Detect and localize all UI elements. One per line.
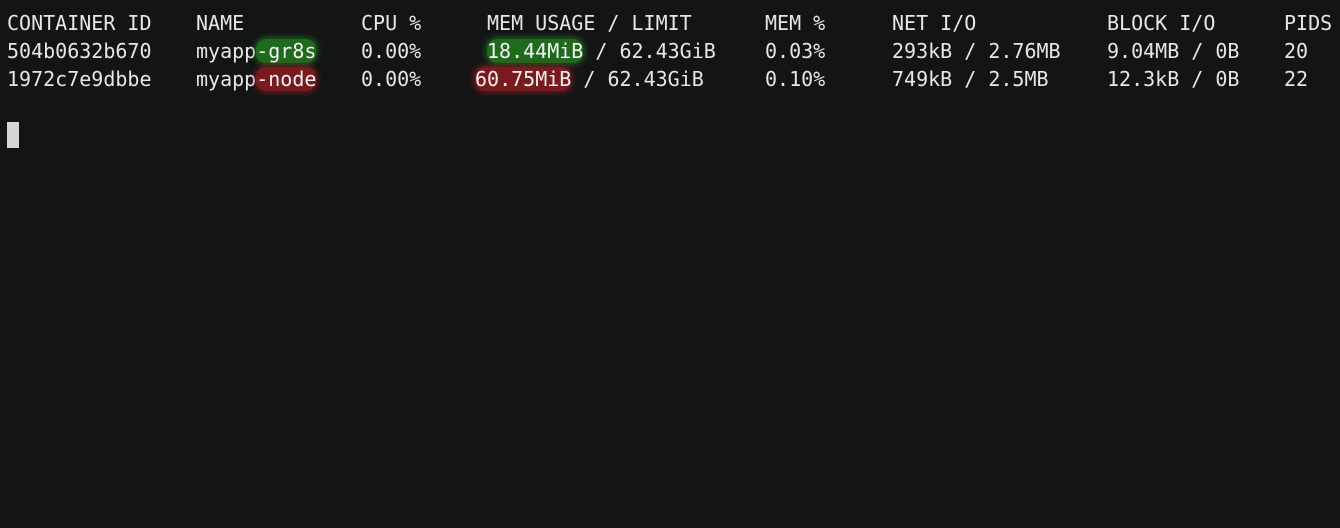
container-name: myapp-node xyxy=(196,65,317,93)
mem-usage-limit: 18.44MiB / 62.43GiB xyxy=(487,37,716,65)
container-id: 1972c7e9dbbe xyxy=(7,67,152,91)
container-name-prefix: myapp xyxy=(196,39,257,63)
cpu-percent: 0.00% xyxy=(361,39,422,63)
terminal-cursor xyxy=(7,122,19,148)
container-name-highlight: -gr8s xyxy=(256,39,317,63)
header-mem-usage: MEM USAGE / LIMIT xyxy=(487,11,692,35)
header-mem-pct: MEM % xyxy=(765,11,826,35)
header-container-id: CONTAINER ID xyxy=(7,11,152,35)
mem-usage-limit: 60.75MiB / 62.43GiB xyxy=(475,65,704,93)
terminal-window[interactable]: CONTAINER ID NAME CPU % MEM USAGE / LIMI… xyxy=(0,0,1340,528)
container-name-highlight: -node xyxy=(256,67,317,91)
container-id: 504b0632b670 xyxy=(7,39,152,63)
mem-percent: 0.03% xyxy=(765,39,826,63)
block-io: 9.04MB / 0B xyxy=(1107,39,1240,63)
mem-limit: / 62.43GiB xyxy=(583,39,716,63)
mem-limit: / 62.43GiB xyxy=(571,67,704,91)
container-row: 1972c7e9dbbe myapp-node 0.00% 60.75MiB /… xyxy=(0,65,1340,93)
container-name-prefix: myapp xyxy=(196,67,257,91)
header-pids: PIDS xyxy=(1284,11,1333,35)
cpu-percent: 0.00% xyxy=(361,67,422,91)
container-row: 504b0632b670 myapp-gr8s 0.00% 18.44MiB /… xyxy=(0,37,1340,65)
container-name: myapp-gr8s xyxy=(196,37,317,65)
header-net-io: NET I/O xyxy=(892,11,977,35)
header-cpu: CPU % xyxy=(361,11,422,35)
net-io: 749kB / 2.5MB xyxy=(892,67,1049,91)
header-block-io: BLOCK I/O xyxy=(1107,11,1216,35)
block-io: 12.3kB / 0B xyxy=(1107,67,1240,91)
pids: 20 xyxy=(1284,39,1309,63)
pids: 22 xyxy=(1284,67,1309,91)
mem-usage-highlight: 60.75MiB xyxy=(475,67,572,91)
net-io: 293kB / 2.76MB xyxy=(892,39,1061,63)
mem-usage-highlight: 18.44MiB xyxy=(487,39,584,63)
stats-header-row: CONTAINER ID NAME CPU % MEM USAGE / LIMI… xyxy=(0,9,1340,37)
header-name: NAME xyxy=(196,11,245,35)
mem-percent: 0.10% xyxy=(765,67,826,91)
